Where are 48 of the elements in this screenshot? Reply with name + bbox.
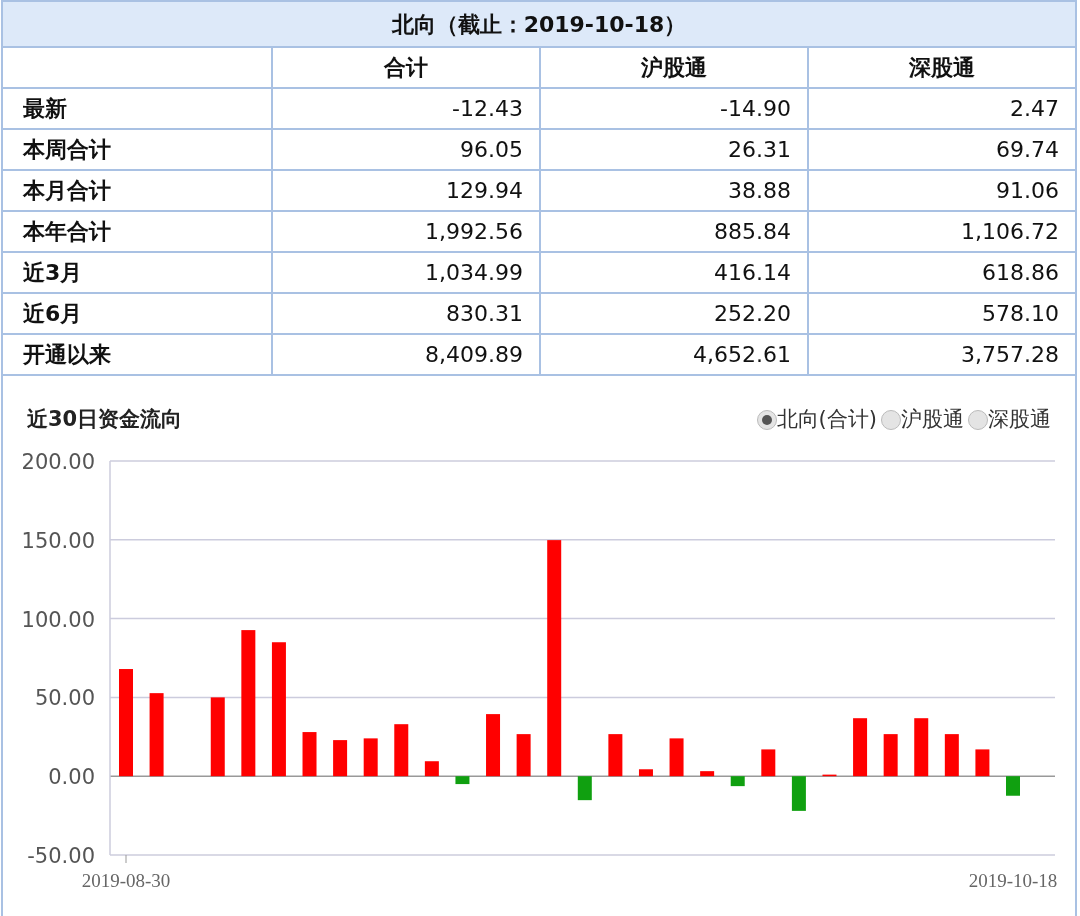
- table-cell: 26.31: [540, 129, 808, 170]
- table-cell: 618.86: [808, 252, 1076, 293]
- table-cell: 1,106.72: [808, 211, 1076, 252]
- table-cell: 91.06: [808, 170, 1076, 211]
- row-label: 本年合计: [2, 211, 272, 252]
- table-cell: 1,992.56: [272, 211, 540, 252]
- radio-option[interactable]: 深股通: [968, 404, 1051, 436]
- axis-label: -50.00: [27, 844, 95, 868]
- axis-label: 200.00: [21, 450, 95, 474]
- axis-label: 50.00: [34, 686, 95, 711]
- row-label: 本周合计: [2, 129, 272, 170]
- radio-option[interactable]: 沪股通: [881, 404, 964, 436]
- table-cell: 2.47: [808, 88, 1076, 129]
- table-cell: 8,409.89: [272, 334, 540, 375]
- row-label: 近3月: [2, 252, 272, 293]
- row-label: 最新: [2, 88, 272, 129]
- table-cell: -14.90: [540, 88, 808, 129]
- axis-label: 150.00: [21, 528, 95, 553]
- radio-option[interactable]: 北向(合计): [756, 404, 877, 436]
- table-cell: 4,652.61: [540, 334, 808, 375]
- row-label: 近6月: [2, 293, 272, 334]
- row-label: 本月合计: [2, 170, 272, 211]
- table-cell: 885.84: [540, 211, 808, 252]
- table-cell: 578.10: [808, 293, 1076, 334]
- table-cell: 38.88: [540, 170, 808, 211]
- table-cell: 252.20: [540, 293, 808, 334]
- axis-label: 100.00: [21, 607, 95, 632]
- table-cell: 69.74: [808, 129, 1076, 170]
- table-cell: 830.31: [272, 293, 540, 334]
- radio-button[interactable]: [881, 409, 901, 430]
- chart-title: 近30日资金流向: [27, 406, 183, 433]
- axis-label: 0.00: [48, 765, 95, 790]
- column-header: 合计: [272, 47, 540, 88]
- radio-button[interactable]: [756, 409, 777, 430]
- table-cell: 1,034.99: [272, 252, 540, 293]
- table-cell: 129.94: [272, 170, 540, 211]
- table-title: 北向（截止：2019-10-18）: [2, 1, 1076, 47]
- column-header: 深股通: [808, 47, 1076, 88]
- radio-button[interactable]: [968, 409, 988, 430]
- tick-mark: [125, 854, 127, 864]
- table-cell: 416.14: [540, 252, 808, 293]
- table-cell: 3,757.28: [808, 334, 1076, 375]
- table-cell: 96.05: [272, 129, 540, 170]
- table-cell: -12.43: [272, 88, 540, 129]
- axis-label: 2019-08-30: [81, 870, 171, 891]
- column-header: 沪股通: [540, 47, 808, 88]
- row-label: 开通以来: [2, 334, 272, 375]
- axis-label: 2019-10-18: [968, 870, 1058, 891]
